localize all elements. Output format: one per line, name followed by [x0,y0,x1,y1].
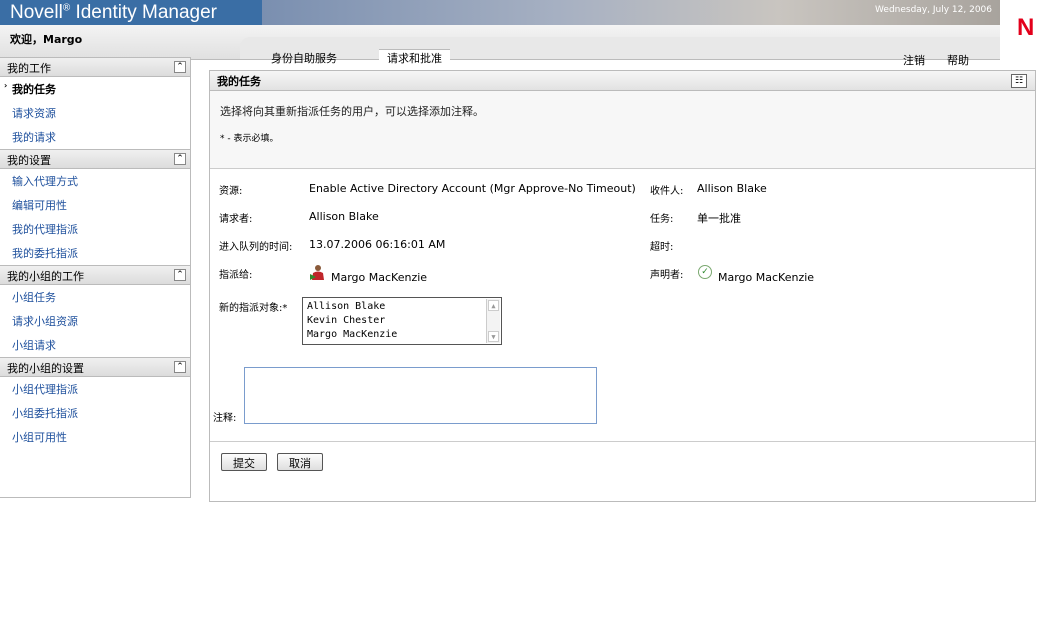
resource-label: 资源: [219,186,243,197]
current-arrow-icon: › [4,81,8,90]
divider [210,441,1035,442]
description-text: 选择将向其重新指派任务的用户，可以选择添加注释。 [220,105,484,118]
queued-time-label: 进入队列的时间: [219,242,293,253]
recipient-value: Allison Blake [697,182,767,195]
section-title: 我的设置 [7,154,51,167]
sidebar: 我的工作 ⌃ › 我的任务 请求资源 我的请求 我的设置 ⌃ 输入代理方式 编辑可… [0,57,191,498]
queued-time-value: 13.07.2006 06:16:01 AM [309,238,446,251]
listbox-scrollbar[interactable]: ▲ ▼ [486,299,500,343]
help-link[interactable]: 帮助 [947,52,969,68]
sidebar-item-enter-proxy-mode[interactable]: 输入代理方式 [0,169,190,193]
assigned-to-label: 指派给: [219,270,253,281]
instructions: 选择将向其重新指派任务的用户，可以选择添加注释。 * - 表示必填。 [210,91,1035,169]
recipient-label: 收件人: [650,186,684,197]
check-icon: ✓ [698,265,712,279]
sidebar-item-team-proxy-assignments[interactable]: 小组代理指派 [0,377,190,401]
collapse-icon[interactable]: ⌃ [174,361,186,373]
requester-label: 请求者: [219,214,253,225]
list-item[interactable]: Margo MacKenzie [307,328,497,342]
comment-label: 注释: [213,413,237,424]
sidebar-item-my-requests[interactable]: 我的请求 [0,125,190,149]
list-item[interactable]: Kevin Chester [307,314,497,328]
sidebar-item-edit-availability[interactable]: 编辑可用性 [0,193,190,217]
sidebar-section-my-work: 我的工作 ⌃ [0,57,190,77]
page-title: 我的任务 [217,75,261,88]
view-options-icon[interactable]: ☷ [1011,74,1027,88]
novell-logo-icon: N [1017,14,1035,41]
claimant-label: 声明者: [650,270,684,281]
banner: Novell® Identity Manager Wednesday, July… [0,0,1052,73]
claimant-value: Margo MacKenzie [718,271,815,284]
section-title: 我的小组的设置 [7,362,84,375]
new-assignee-label: 新的指派对象:* [219,303,288,314]
sidebar-item-team-tasks[interactable]: 小组任务 [0,285,190,309]
user-icon [310,265,324,280]
comment-textarea[interactable] [244,367,597,424]
sidebar-item-my-proxy-assignments[interactable]: 我的代理指派 [0,217,190,241]
sidebar-item-label: 我的任务 [12,83,56,96]
assigned-to-value: Margo MacKenzie [331,271,428,284]
resource-value: Enable Active Directory Account (Mgr App… [309,182,636,195]
welcome-text: 欢迎，Margo [10,33,83,46]
timeout-label: 超时: [650,242,674,253]
sidebar-item-team-requests[interactable]: 小组请求 [0,333,190,357]
product-logo: Novell® Identity Manager [0,0,262,25]
collapse-icon[interactable]: ⌃ [174,269,186,281]
sidebar-section-my-settings: 我的设置 ⌃ [0,149,190,169]
task-panel: 我的任务 ☷ 选择将向其重新指派任务的用户，可以选择添加注释。 * - 表示必填… [209,70,1036,502]
task-label: 任务: [650,214,674,225]
banner-image: Wednesday, July 12, 2006 [262,0,1000,25]
sidebar-item-request-team-resource[interactable]: 请求小组资源 [0,309,190,333]
tab-identity-self-service[interactable]: 身份自助服务 [263,50,345,70]
new-assignee-listbox[interactable]: Allison Blake Kevin Chester Margo MacKen… [302,297,502,345]
list-item[interactable]: Allison Blake [307,300,497,314]
sidebar-section-team-settings: 我的小组的设置 ⌃ [0,357,190,377]
sidebar-item-my-tasks[interactable]: › 我的任务 [0,77,190,101]
task-value: 单一批准 [697,212,741,225]
scroll-up-icon[interactable]: ▲ [488,300,499,311]
scroll-down-icon[interactable]: ▼ [488,331,499,342]
panel-header: 我的任务 ☷ [210,71,1035,91]
logout-link[interactable]: 注销 [903,52,925,68]
tabs-bar: 身份自助服务 请求和批准 注销 帮助 [240,37,1000,73]
banner-date: Wednesday, July 12, 2006 [875,5,992,15]
section-title: 我的工作 [7,62,51,75]
sidebar-section-team-work: 我的小组的工作 ⌃ [0,265,190,285]
sidebar-item-my-delegate-assignments[interactable]: 我的委托指派 [0,241,190,265]
sidebar-item-team-availability[interactable]: 小组可用性 [0,425,190,449]
required-note: * - 表示必填。 [220,134,279,144]
requester-value: Allison Blake [309,210,379,223]
collapse-icon[interactable]: ⌃ [174,153,186,165]
collapse-icon[interactable]: ⌃ [174,61,186,73]
cancel-button[interactable]: 取消 [277,453,323,471]
section-title: 我的小组的工作 [7,270,84,283]
submit-button[interactable]: 提交 [221,453,267,471]
sidebar-item-request-resource[interactable]: 请求资源 [0,101,190,125]
sidebar-item-team-delegate-assignments[interactable]: 小组委托指派 [0,401,190,425]
